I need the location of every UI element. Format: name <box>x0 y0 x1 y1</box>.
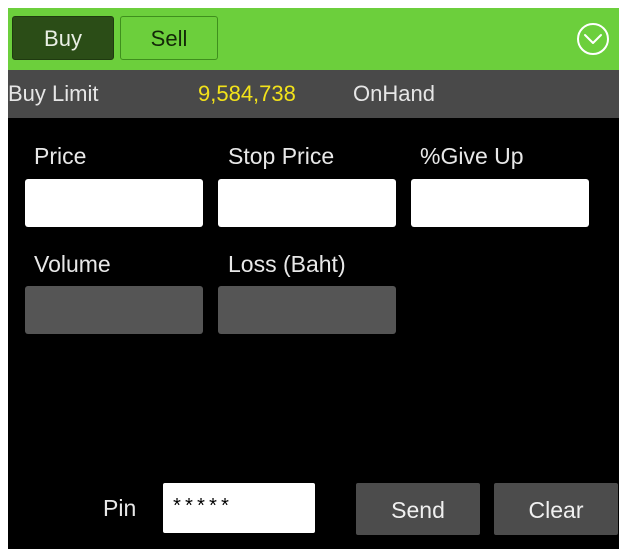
tab-sell[interactable]: Sell <box>120 16 218 60</box>
volume-label: Volume <box>34 251 111 277</box>
loss-label: Loss (Baht) <box>228 251 346 277</box>
give-up-label: %Give Up <box>420 143 524 169</box>
stop-price-input[interactable] <box>218 179 396 227</box>
account-info-bar: Buy Limit 9,584,738 OnHand <box>8 70 619 118</box>
pin-input[interactable] <box>163 483 315 533</box>
price-input[interactable] <box>25 179 203 227</box>
price-label: Price <box>34 143 87 169</box>
pin-label: Pin <box>103 495 137 521</box>
onhand-label: OnHand <box>353 81 435 106</box>
loss-input[interactable] <box>218 286 396 334</box>
order-panel: Buy Sell Buy Limit 9,584,738 OnHand Pric… <box>8 8 619 549</box>
give-up-input[interactable] <box>411 179 589 227</box>
stop-price-label: Stop Price <box>228 143 335 169</box>
buy-limit-label: Buy Limit <box>8 81 99 106</box>
volume-input[interactable] <box>25 286 203 334</box>
clear-button[interactable]: Clear <box>494 483 618 535</box>
tab-buy[interactable]: Buy <box>12 16 114 60</box>
chevron-down-circle-icon[interactable] <box>576 22 610 56</box>
send-button[interactable]: Send <box>356 483 480 535</box>
buy-limit-value: 9,584,738 <box>198 81 296 106</box>
order-type-bar: Buy Sell <box>8 8 619 70</box>
